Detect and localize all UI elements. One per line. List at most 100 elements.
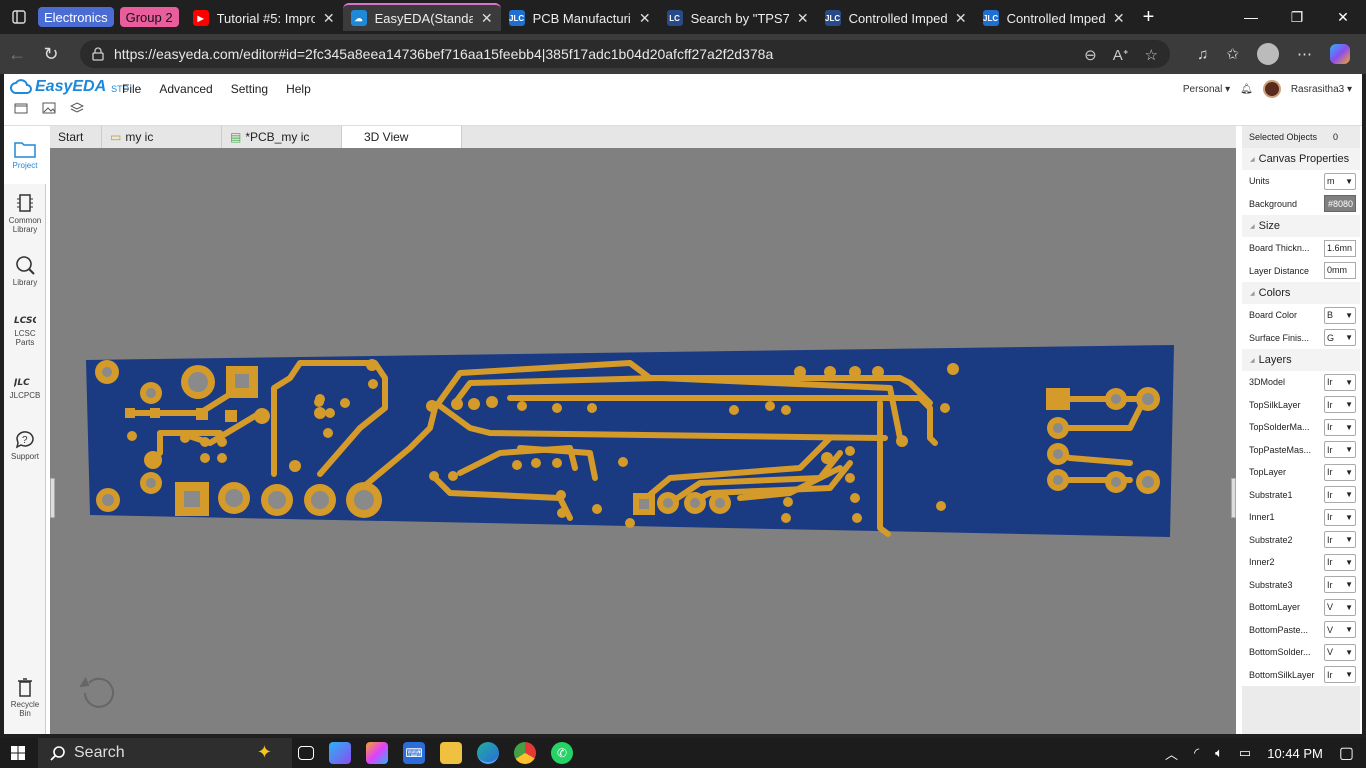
browser-tab-easyeda[interactable]: ☁ EasyEDA(Standard ✕ <box>342 3 501 31</box>
layer-visibility-select[interactable]: Ir ▼ <box>1324 396 1356 414</box>
open-folder-icon[interactable] <box>14 102 28 114</box>
restore-icon[interactable]: ❐ <box>1274 9 1320 26</box>
sidebar-item-lcsc-parts[interactable]: LCSC LCSC Parts <box>4 300 46 358</box>
close-icon[interactable]: ✕ <box>481 10 493 27</box>
notification-icon[interactable]: ▢ <box>1339 743 1354 763</box>
bell-icon[interactable]: 🔔︎ <box>1240 84 1253 95</box>
minimize-icon[interactable]: — <box>1228 9 1274 26</box>
profile-icon[interactable] <box>1257 43 1279 65</box>
copilot-icon[interactable] <box>1330 44 1350 64</box>
layer-visibility-select[interactable]: V ▼ <box>1324 643 1356 661</box>
layer-distance-input[interactable]: 0mm <box>1324 262 1356 280</box>
layer-visibility-select[interactable]: Ir ▼ <box>1324 486 1356 504</box>
task-view-icon[interactable] <box>298 746 314 760</box>
doc-tab-start[interactable]: Start <box>50 126 102 148</box>
doc-tab-pcb[interactable]: ▤ *PCB_my ic <box>222 126 342 148</box>
schematic-icon: ▭ <box>110 130 122 144</box>
menu-file[interactable]: File <box>122 82 141 96</box>
copilot-app-icon[interactable] <box>329 742 351 764</box>
volume-icon[interactable]: 🔈︎ <box>1215 745 1223 761</box>
recycle-bin[interactable]: Recycle Bin <box>4 668 46 726</box>
section-layers[interactable]: Layers <box>1242 349 1360 371</box>
refresh-icon[interactable]: ↻ <box>34 44 68 65</box>
browser-tab-pcb-manufacturing[interactable]: JLC PCB Manufacturin ✕ <box>501 3 659 31</box>
section-size[interactable]: Size <box>1242 215 1360 237</box>
browser-tab-search-tps[interactable]: LC Search by "TPS765 ✕ <box>659 3 817 31</box>
sidebar-item-project[interactable]: Project <box>4 126 46 184</box>
tab-group-2[interactable]: Group 2 <box>119 7 179 27</box>
url-field[interactable]: https://easyeda.com/editor#id=2fc345a8ee… <box>80 40 1170 68</box>
user-dropdown[interactable]: Rasrasitha3 ▾ <box>1291 84 1352 95</box>
left-panel-handle[interactable] <box>50 478 55 518</box>
right-panel-handle[interactable] <box>1231 478 1236 518</box>
chrome-icon[interactable] <box>514 742 536 764</box>
taskbar-search[interactable]: Search ✦ <box>38 738 292 768</box>
layer-visibility-select[interactable]: Ir ▼ <box>1324 373 1356 391</box>
background-color-picker[interactable]: #8080 <box>1324 195 1356 213</box>
doc-tab-3d-view[interactable]: 3D View <box>342 126 462 148</box>
avatar[interactable] <box>1262 80 1281 98</box>
tab-group-electronics[interactable]: Electronics <box>38 7 114 27</box>
sidebar-item-common-library[interactable]: Common Library <box>4 184 46 242</box>
menu-help[interactable]: Help <box>286 82 311 96</box>
close-icon[interactable]: ✕ <box>797 10 809 27</box>
layer-visibility-select[interactable]: Ir ▼ <box>1324 463 1356 481</box>
easyeda-logo: EasyEDA STD <box>10 78 129 96</box>
layer-visibility-select[interactable]: V ▼ <box>1324 621 1356 639</box>
layer-visibility-select[interactable]: V ▼ <box>1324 598 1356 616</box>
sidebar-item-support[interactable]: ? Support <box>4 416 46 474</box>
lc-icon: LC <box>666 10 683 26</box>
tab-actions-icon[interactable] <box>0 0 38 34</box>
sidebar-item-jlcpcb[interactable]: JLC JLCPCB <box>4 358 46 416</box>
windows-start-icon[interactable] <box>11 746 25 760</box>
layer-visibility-select[interactable]: Ir ▼ <box>1324 576 1356 594</box>
edge-icon[interactable] <box>477 742 499 764</box>
layer-visibility-select[interactable]: Ir ▼ <box>1324 666 1356 684</box>
3d-view-canvas[interactable] <box>50 148 1236 734</box>
document-tabs: Start ▭ my ic ▤ *PCB_my ic 3D View <box>50 126 1236 148</box>
close-icon[interactable]: ✕ <box>1113 10 1125 27</box>
keyboard-app-icon[interactable]: ⌨ <box>403 742 425 764</box>
menu-advanced[interactable]: Advanced <box>159 82 212 96</box>
m365-icon[interactable] <box>366 742 388 764</box>
surface-finish-select[interactable]: G ▼ <box>1324 329 1356 347</box>
media-icon[interactable]: ♫ <box>1197 46 1208 63</box>
layer-visibility-select[interactable]: Ir ▼ <box>1324 441 1356 459</box>
close-window-icon[interactable]: ✕ <box>1320 9 1366 26</box>
units-select[interactable]: m ▼ <box>1324 172 1356 190</box>
section-colors[interactable]: Colors <box>1242 282 1360 304</box>
zoom-icon[interactable]: ⊖ <box>1084 46 1097 64</box>
section-canvas-properties[interactable]: Canvas Properties <box>1242 148 1360 170</box>
browser-tab-youtube[interactable]: ▶ Tutorial #5: Improv ✕ <box>185 3 343 31</box>
image-export-icon[interactable] <box>42 102 56 114</box>
browser-tab-controlled-impedance-2[interactable]: JLC Controlled Impeda ✕ <box>975 3 1133 31</box>
close-icon[interactable]: ✕ <box>323 10 335 27</box>
new-tab-icon[interactable]: + <box>1143 6 1155 29</box>
layers-icon[interactable] <box>70 102 84 114</box>
wifi-icon[interactable]: ◜ <box>1194 745 1199 761</box>
layer-visibility-select[interactable]: Ir ▼ <box>1324 508 1356 526</box>
whatsapp-icon[interactable]: ✆ <box>551 742 573 764</box>
layer-visibility-select[interactable]: Ir ▼ <box>1324 418 1356 436</box>
board-color-select[interactable]: B ▼ <box>1324 306 1356 324</box>
back-icon[interactable]: ← <box>0 44 34 65</box>
chevron-up-icon[interactable]: ︿ <box>1165 744 1178 763</box>
clock[interactable]: 10:44 PM <box>1267 746 1323 761</box>
favorite-star-icon[interactable]: ☆ <box>1145 46 1158 64</box>
board-thickness-input[interactable]: 1.6mn <box>1324 239 1356 257</box>
battery-icon[interactable]: ▭ <box>1239 745 1251 761</box>
menu-setting[interactable]: Setting <box>231 82 268 96</box>
doc-tab-schematic[interactable]: ▭ my ic <box>102 126 222 148</box>
favorites-icon[interactable]: ✩ <box>1226 45 1239 63</box>
close-icon[interactable]: ✕ <box>955 10 967 27</box>
sidebar-item-library[interactable]: Library <box>4 242 46 300</box>
lcsc-icon: LCSC <box>14 316 36 326</box>
browser-tab-controlled-impedance-1[interactable]: JLC Controlled Impeda ✕ <box>817 3 975 31</box>
close-icon[interactable]: ✕ <box>639 10 651 27</box>
layer-visibility-select[interactable]: Ir ▼ <box>1324 531 1356 549</box>
more-icon[interactable]: ⋯ <box>1297 45 1312 63</box>
read-aloud-icon[interactable]: Aᐩ <box>1113 46 1129 64</box>
layer-visibility-select[interactable]: Ir ▼ <box>1324 553 1356 571</box>
file-explorer-icon[interactable] <box>440 742 462 764</box>
workspace-dropdown[interactable]: Personal ▾ <box>1183 84 1230 95</box>
